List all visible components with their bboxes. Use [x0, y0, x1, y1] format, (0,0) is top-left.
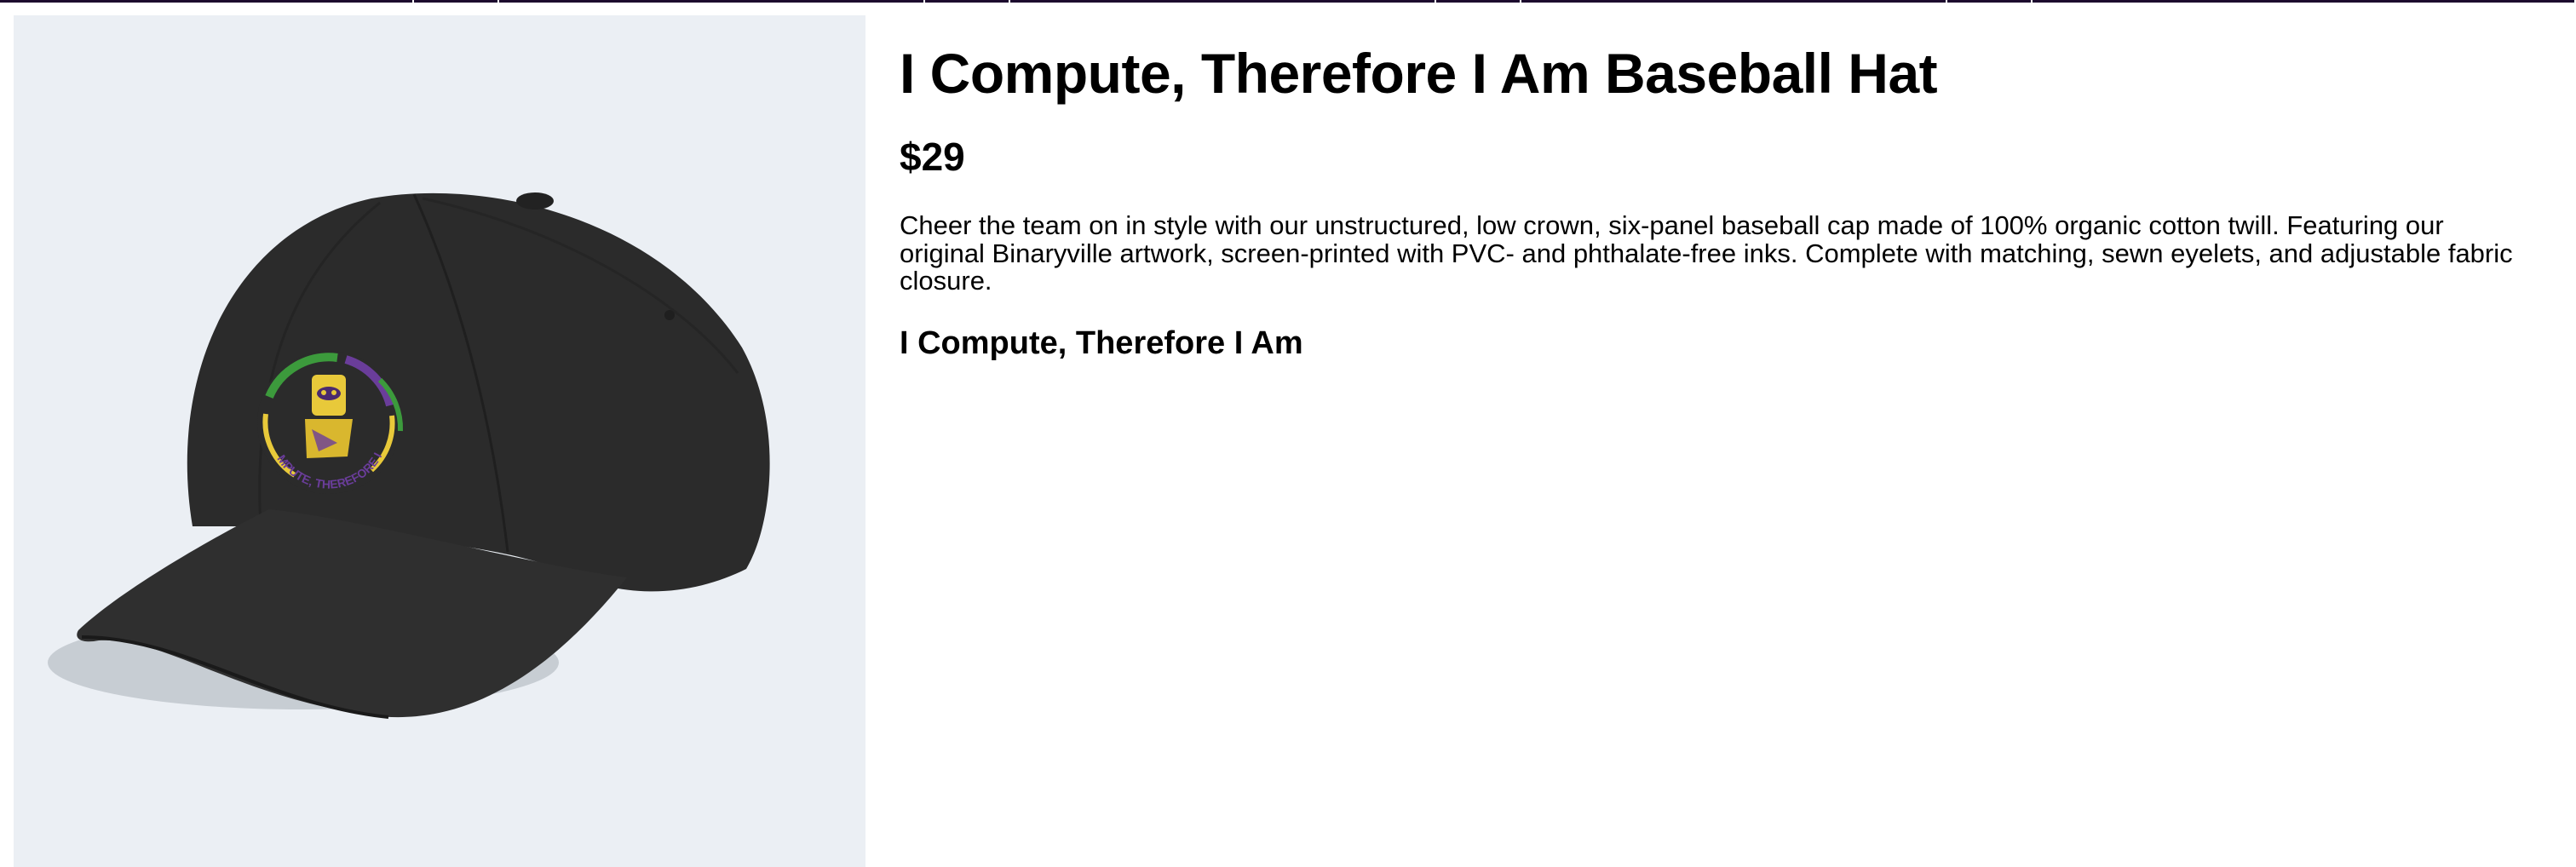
nav-segment[interactable] [1010, 0, 1436, 3]
nav-segment[interactable] [1436, 0, 1521, 3]
product-title: I Compute, Therefore I Am Baseball Hat [900, 42, 1938, 105]
product-detail: I COMPUTE, THEREFORE I AM I Compute, The… [0, 15, 2576, 867]
product-subtitle: I Compute, Therefore I Am [900, 324, 1303, 361]
robot-logo: I COMPUTE, THEREFORE I AM [257, 351, 404, 494]
product-image: I COMPUTE, THEREFORE I AM [14, 15, 865, 867]
nav-segment[interactable] [0, 0, 414, 3]
baseball-cap-image: I COMPUTE, THEREFORE I AM [48, 192, 770, 719]
nav-segment[interactable] [1521, 0, 1947, 3]
nav-segment[interactable] [1947, 0, 2033, 3]
product-info: I Compute, Therefore I Am Baseball Hat $… [900, 15, 2518, 362]
top-nav-bar [0, 0, 2576, 3]
nav-segment[interactable] [414, 0, 499, 3]
nav-segment[interactable] [499, 0, 925, 3]
nav-segment[interactable] [925, 0, 1010, 3]
product-description: Cheer the team on in style with our unst… [900, 210, 2513, 296]
nav-segment[interactable] [2033, 0, 2576, 3]
product-price: $29 [900, 134, 965, 179]
